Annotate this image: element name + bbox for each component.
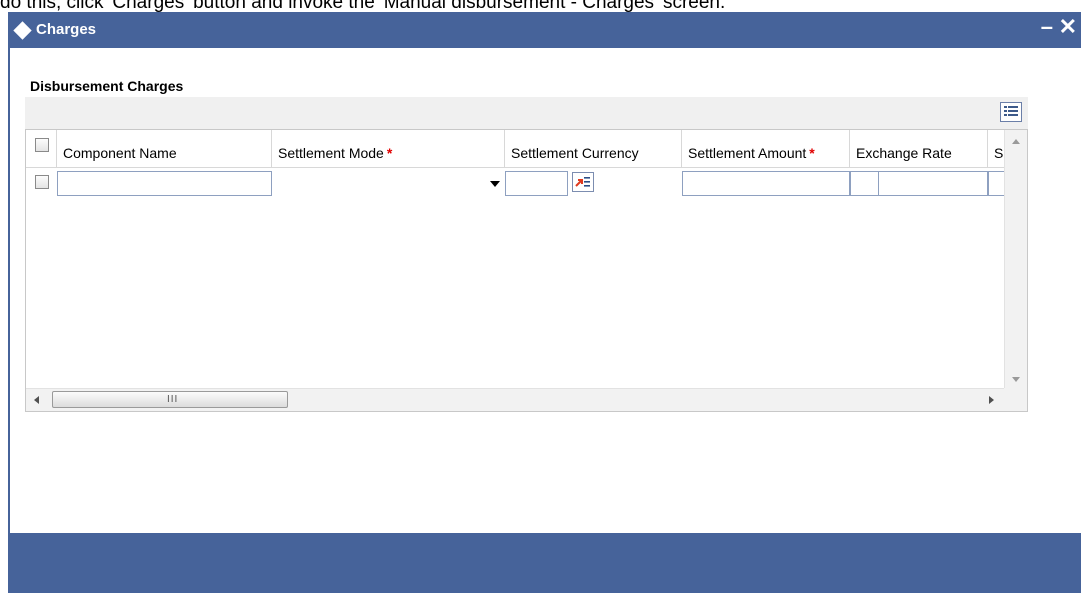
grid-toolbar [25, 97, 1028, 129]
scroll-down-icon[interactable] [1012, 377, 1020, 382]
title-bar: Charges – ✕ [10, 12, 1081, 48]
vertical-scrollbar[interactable] [1004, 130, 1027, 388]
minimize-button[interactable]: – [1041, 15, 1053, 39]
settlement-amount-input[interactable] [682, 171, 850, 196]
grid-viewport: Component Name Settlement Mode * Settleme… [26, 130, 1004, 388]
section-title: Disbursement Charges [30, 78, 184, 94]
document-caption-text: do this, click 'Charges' button and invo… [0, 0, 726, 12]
header-select-all-cell [26, 130, 57, 168]
select-all-checkbox[interactable] [35, 138, 49, 152]
close-button[interactable]: ✕ [1059, 15, 1077, 39]
table-row [26, 168, 1004, 196]
component-name-input[interactable] [57, 171, 272, 196]
row-select-checkbox[interactable] [35, 175, 49, 189]
diamond-icon [13, 21, 32, 40]
exchange-rate-prefix-cell [850, 171, 878, 196]
charges-grid: Component Name Settlement Mode * Settleme… [25, 129, 1028, 412]
header-label: Exchange Rate [856, 145, 952, 161]
scroll-grip: III [167, 394, 179, 405]
header-label: Settlement Currency [511, 145, 639, 161]
header-component-name[interactable]: Component Name [57, 130, 272, 168]
settlement-currency-input[interactable] [505, 171, 568, 196]
horizontal-scrollbar[interactable]: III [26, 388, 1004, 411]
chevron-down-icon [490, 181, 500, 187]
header-label: Settlement Amount [688, 145, 807, 161]
list-view-icon[interactable] [1000, 102, 1022, 122]
charges-window: Charges – ✕ Disbursement Charges Compone… [8, 12, 1081, 593]
scrollbar-corner [1004, 388, 1027, 411]
header-truncated-column[interactable]: S [988, 130, 1004, 168]
scroll-right-icon[interactable] [989, 396, 994, 404]
exchange-rate-input[interactable] [878, 171, 988, 196]
header-label: Component Name [63, 145, 177, 161]
required-marker: * [809, 145, 815, 161]
scroll-left-icon[interactable] [34, 396, 39, 404]
window-title: Charges [36, 21, 97, 38]
header-settlement-currency[interactable]: Settlement Currency [505, 130, 682, 168]
required-marker: * [386, 145, 393, 161]
header-label: Settlement Mode [278, 145, 384, 161]
window-footer [10, 533, 1081, 593]
truncated-column-input[interactable] [988, 171, 1004, 196]
grid-header-row: Component Name Settlement Mode * Settleme… [26, 130, 1004, 168]
header-exchange-rate[interactable]: Exchange Rate [850, 130, 988, 168]
horizontal-scroll-thumb[interactable]: III [52, 391, 288, 408]
settlement-mode-select[interactable] [276, 171, 504, 196]
header-settlement-amount[interactable]: Settlement Amount * [682, 130, 850, 168]
lov-search-icon[interactable] [572, 172, 594, 192]
document-caption: do this, click 'Charges' button and invo… [0, 0, 1081, 12]
header-settlement-mode[interactable]: Settlement Mode * [272, 130, 505, 168]
scroll-up-icon[interactable] [1012, 139, 1020, 144]
header-label: S [994, 145, 1004, 161]
